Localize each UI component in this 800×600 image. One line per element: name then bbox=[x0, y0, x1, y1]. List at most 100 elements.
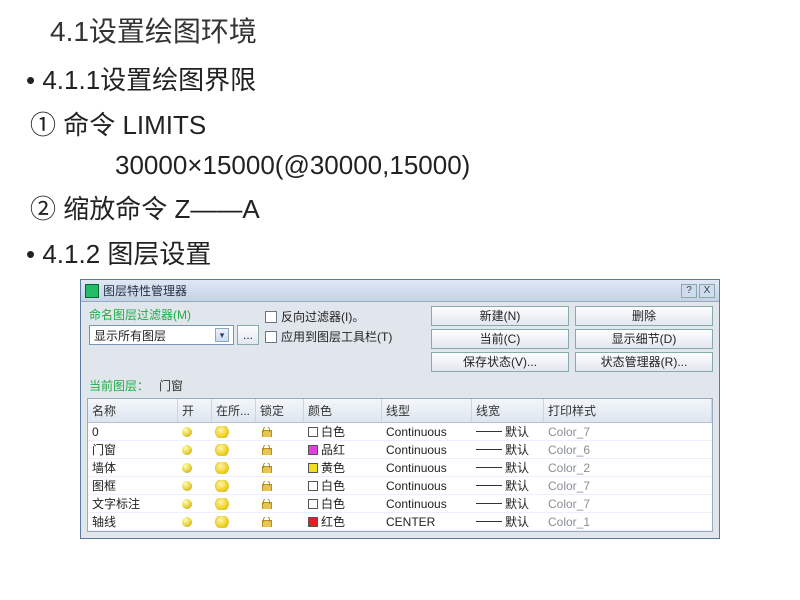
cell-lineweight[interactable]: 默认 bbox=[472, 495, 544, 512]
cell-lock[interactable] bbox=[256, 499, 304, 509]
cell-on[interactable] bbox=[178, 427, 212, 437]
new-button[interactable]: 新建(N) bbox=[431, 306, 569, 326]
cell-lock[interactable] bbox=[256, 481, 304, 491]
cell-lineweight[interactable]: 默认 bbox=[472, 459, 544, 476]
color-name: 白色 bbox=[321, 477, 345, 494]
col-header-on[interactable]: 开 bbox=[178, 399, 212, 422]
layer-table: 名称 开 在所... 锁定 颜色 线型 线宽 打印样式 0白色Continuou… bbox=[87, 398, 713, 532]
cell-name: 图框 bbox=[88, 477, 178, 494]
cell-lock[interactable] bbox=[256, 517, 304, 527]
sun-icon bbox=[216, 480, 228, 492]
checkbox-icon bbox=[265, 311, 277, 323]
cell-color[interactable]: 品红 bbox=[304, 441, 382, 458]
sun-icon bbox=[216, 516, 228, 528]
table-row[interactable]: 轴线红色CENTER 默认Color_1 bbox=[88, 513, 712, 531]
cell-freeze[interactable] bbox=[212, 444, 256, 456]
filter-combo[interactable]: 显示所有图层 ▾ bbox=[89, 325, 234, 345]
cell-lock[interactable] bbox=[256, 427, 304, 437]
cell-lock[interactable] bbox=[256, 463, 304, 473]
current-layer-row: 当前图层： 门窗 bbox=[81, 374, 719, 398]
state-manager-button[interactable]: 状态管理器(R)... bbox=[575, 352, 713, 372]
current-layer-value: 门窗 bbox=[159, 377, 711, 394]
cell-color[interactable]: 白色 bbox=[304, 495, 382, 512]
col-header-color[interactable]: 颜色 bbox=[304, 399, 382, 422]
dialog-icon bbox=[85, 284, 99, 298]
delete-button[interactable]: 删除 bbox=[575, 306, 713, 326]
cell-freeze[interactable] bbox=[212, 462, 256, 474]
lock-icon bbox=[260, 481, 272, 491]
show-details-button[interactable]: 显示细节(D) bbox=[575, 329, 713, 349]
cell-lineweight[interactable]: 默认 bbox=[472, 513, 544, 530]
color-swatch-icon bbox=[308, 517, 318, 527]
table-header: 名称 开 在所... 锁定 颜色 线型 线宽 打印样式 bbox=[88, 399, 712, 423]
text-line: 4.1.2 图层设置 bbox=[20, 234, 780, 271]
section-heading: 4.1设置绘图环境 bbox=[20, 10, 780, 50]
cell-linetype[interactable]: Continuous bbox=[382, 479, 472, 493]
bulb-icon bbox=[182, 445, 192, 455]
color-name: 红色 bbox=[321, 513, 345, 530]
cell-on[interactable] bbox=[178, 481, 212, 491]
cell-freeze[interactable] bbox=[212, 498, 256, 510]
named-filter-label: 命名图层过滤器(M) bbox=[89, 306, 259, 323]
document-body: 4.1设置绘图环境 4.1.1设置绘图界限 ① 命令 LIMITS 30000×… bbox=[0, 0, 800, 271]
help-button[interactable]: ? bbox=[681, 284, 697, 298]
save-state-button[interactable]: 保存状态(V)... bbox=[431, 352, 569, 372]
cell-on[interactable] bbox=[178, 445, 212, 455]
table-row[interactable]: 0白色Continuous 默认Color_7 bbox=[88, 423, 712, 441]
sun-icon bbox=[216, 444, 228, 456]
cell-linetype[interactable]: Continuous bbox=[382, 443, 472, 457]
lineweight-icon bbox=[476, 431, 502, 432]
cell-freeze[interactable] bbox=[212, 516, 256, 528]
cell-linetype[interactable]: CENTER bbox=[382, 515, 472, 529]
cell-freeze[interactable] bbox=[212, 480, 256, 492]
lock-icon bbox=[260, 517, 272, 527]
filter-combo-value: 显示所有图层 bbox=[94, 327, 166, 344]
col-header-name[interactable]: 名称 bbox=[88, 399, 178, 422]
sun-icon bbox=[216, 498, 228, 510]
lock-icon bbox=[260, 463, 272, 473]
cell-on[interactable] bbox=[178, 499, 212, 509]
col-header-lock[interactable]: 锁定 bbox=[256, 399, 304, 422]
cell-color[interactable]: 黄色 bbox=[304, 459, 382, 476]
current-button[interactable]: 当前(C) bbox=[431, 329, 569, 349]
cell-on[interactable] bbox=[178, 517, 212, 527]
table-row[interactable]: 图框白色Continuous 默认Color_7 bbox=[88, 477, 712, 495]
table-row[interactable]: 文字标注 白色Continuous 默认Color_7 bbox=[88, 495, 712, 513]
cell-lineweight[interactable]: 默认 bbox=[472, 477, 544, 494]
table-row[interactable]: 门窗品红Continuous 默认Color_6 bbox=[88, 441, 712, 459]
cell-lineweight[interactable]: 默认 bbox=[472, 441, 544, 458]
cell-color[interactable]: 红色 bbox=[304, 513, 382, 530]
cell-freeze[interactable] bbox=[212, 426, 256, 438]
dialog-title: 图层特性管理器 bbox=[103, 282, 679, 299]
cell-linetype[interactable]: Continuous bbox=[382, 425, 472, 439]
lineweight-icon bbox=[476, 503, 502, 504]
cell-name: 文字标注 bbox=[88, 495, 178, 512]
cell-linetype[interactable]: Continuous bbox=[382, 461, 472, 475]
checkbox-label: 应用到图层工具栏(T) bbox=[281, 328, 392, 345]
cell-on[interactable] bbox=[178, 463, 212, 473]
table-row[interactable]: 墙体黄色Continuous 默认Color_2 bbox=[88, 459, 712, 477]
lock-icon bbox=[260, 445, 272, 455]
color-swatch-icon bbox=[308, 427, 318, 437]
invert-filter-checkbox[interactable]: 反向过滤器(I)。 bbox=[265, 308, 425, 325]
col-header-linetype[interactable]: 线型 bbox=[382, 399, 472, 422]
text-line: ② 缩放命令 Z——A bbox=[20, 189, 780, 226]
cell-lock[interactable] bbox=[256, 445, 304, 455]
filter-browse-button[interactable]: ... bbox=[237, 325, 259, 345]
color-swatch-icon bbox=[308, 499, 318, 509]
col-header-lineweight[interactable]: 线宽 bbox=[472, 399, 544, 422]
col-header-plotstyle[interactable]: 打印样式 bbox=[544, 399, 712, 422]
cell-color[interactable]: 白色 bbox=[304, 423, 382, 440]
col-header-freeze[interactable]: 在所... bbox=[212, 399, 256, 422]
cell-lineweight[interactable]: 默认 bbox=[472, 423, 544, 440]
cell-plotstyle: Color_7 bbox=[544, 425, 712, 439]
text-line: 4.1.1设置绘图界限 bbox=[20, 60, 780, 97]
dialog-titlebar[interactable]: 图层特性管理器 ? X bbox=[81, 280, 719, 302]
cell-plotstyle: Color_7 bbox=[544, 497, 712, 511]
cell-plotstyle: Color_1 bbox=[544, 515, 712, 529]
cell-linetype[interactable]: Continuous bbox=[382, 497, 472, 511]
close-button[interactable]: X bbox=[699, 284, 715, 298]
apply-toolbar-checkbox[interactable]: 应用到图层工具栏(T) bbox=[265, 328, 425, 345]
cell-color[interactable]: 白色 bbox=[304, 477, 382, 494]
chevron-down-icon[interactable]: ▾ bbox=[215, 328, 229, 342]
